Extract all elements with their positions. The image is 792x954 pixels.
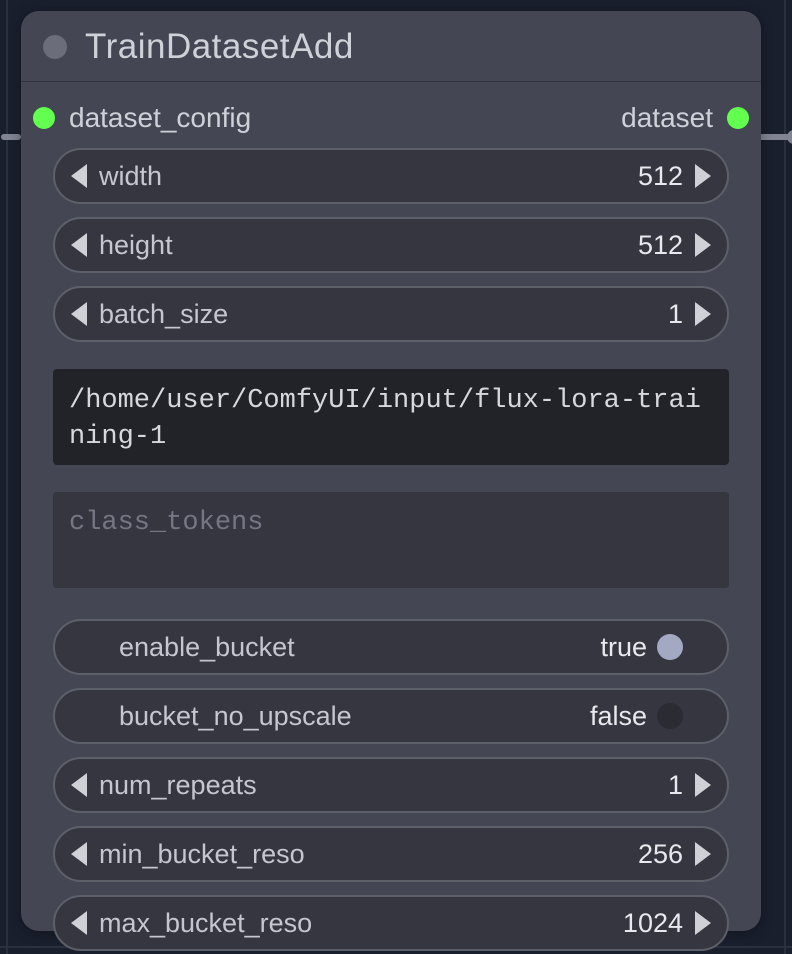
class-tokens-placeholder: class_tokens bbox=[69, 508, 263, 538]
widget-label: min_bucket_reso bbox=[99, 839, 305, 870]
widget-value[interactable]: 512 bbox=[638, 230, 683, 261]
widget-enable-bucket[interactable]: enable_bucket true bbox=[53, 619, 729, 675]
widget-batch-size[interactable]: batch_size 1 bbox=[53, 286, 729, 342]
node-title: TrainDatasetAdd bbox=[85, 27, 354, 67]
widget-label: height bbox=[99, 230, 173, 261]
widget-value: false bbox=[590, 701, 647, 732]
widget-value: true bbox=[600, 632, 647, 663]
widget-value[interactable]: 1 bbox=[668, 770, 683, 801]
decrement-arrow-icon[interactable] bbox=[71, 911, 87, 935]
increment-arrow-icon[interactable] bbox=[695, 911, 711, 935]
widget-label: width bbox=[99, 161, 162, 192]
widget-height[interactable]: height 512 bbox=[53, 217, 729, 273]
increment-arrow-icon[interactable] bbox=[695, 164, 711, 188]
toggle-on-icon[interactable] bbox=[657, 634, 683, 660]
increment-arrow-icon[interactable] bbox=[695, 302, 711, 326]
widget-max-bucket-reso[interactable]: max_bucket_reso 1024 bbox=[53, 895, 729, 951]
node-title-bar[interactable]: TrainDatasetAdd bbox=[21, 11, 761, 82]
widget-min-bucket-reso[interactable]: min_bucket_reso 256 bbox=[53, 826, 729, 882]
node-train-dataset-add[interactable]: TrainDatasetAdd dataset_config dataset w… bbox=[21, 11, 761, 931]
decrement-arrow-icon[interactable] bbox=[71, 773, 87, 797]
widget-num-repeats[interactable]: num_repeats 1 bbox=[53, 757, 729, 813]
widget-label: bucket_no_upscale bbox=[119, 701, 352, 732]
port-dot-icon[interactable] bbox=[33, 107, 55, 129]
widget-label: batch_size bbox=[99, 299, 228, 330]
increment-arrow-icon[interactable] bbox=[695, 842, 711, 866]
widget-class-tokens[interactable]: class_tokens bbox=[53, 492, 729, 588]
widget-bucket-no-upscale[interactable]: bucket_no_upscale false bbox=[53, 688, 729, 744]
decrement-arrow-icon[interactable] bbox=[71, 842, 87, 866]
widget-label: num_repeats bbox=[99, 770, 257, 801]
input-port-dataset-config[interactable]: dataset_config bbox=[33, 102, 251, 134]
widget-label: max_bucket_reso bbox=[99, 908, 312, 939]
widget-width[interactable]: width 512 bbox=[53, 148, 729, 204]
decrement-arrow-icon[interactable] bbox=[71, 233, 87, 257]
node-collapse-dot-icon[interactable] bbox=[43, 35, 67, 59]
toggle-off-icon[interactable] bbox=[657, 703, 683, 729]
widget-dataset-path[interactable]: /home/user/ComfyUI/input/flux-lora-train… bbox=[53, 369, 729, 465]
widget-value[interactable]: 256 bbox=[638, 839, 683, 870]
output-port-label: dataset bbox=[621, 102, 713, 134]
path-value: /home/user/ComfyUI/input/flux-lora-train… bbox=[69, 386, 701, 452]
increment-arrow-icon[interactable] bbox=[695, 773, 711, 797]
widget-label: enable_bucket bbox=[119, 632, 295, 663]
widget-value[interactable]: 1024 bbox=[623, 908, 683, 939]
widget-value[interactable]: 1 bbox=[668, 299, 683, 330]
widget-value[interactable]: 512 bbox=[638, 161, 683, 192]
input-port-label: dataset_config bbox=[69, 102, 251, 134]
node-ports: dataset_config dataset bbox=[21, 88, 761, 148]
increment-arrow-icon[interactable] bbox=[695, 233, 711, 257]
decrement-arrow-icon[interactable] bbox=[71, 302, 87, 326]
output-port-dataset[interactable]: dataset bbox=[621, 102, 749, 134]
decrement-arrow-icon[interactable] bbox=[71, 164, 87, 188]
port-dot-icon[interactable] bbox=[727, 107, 749, 129]
